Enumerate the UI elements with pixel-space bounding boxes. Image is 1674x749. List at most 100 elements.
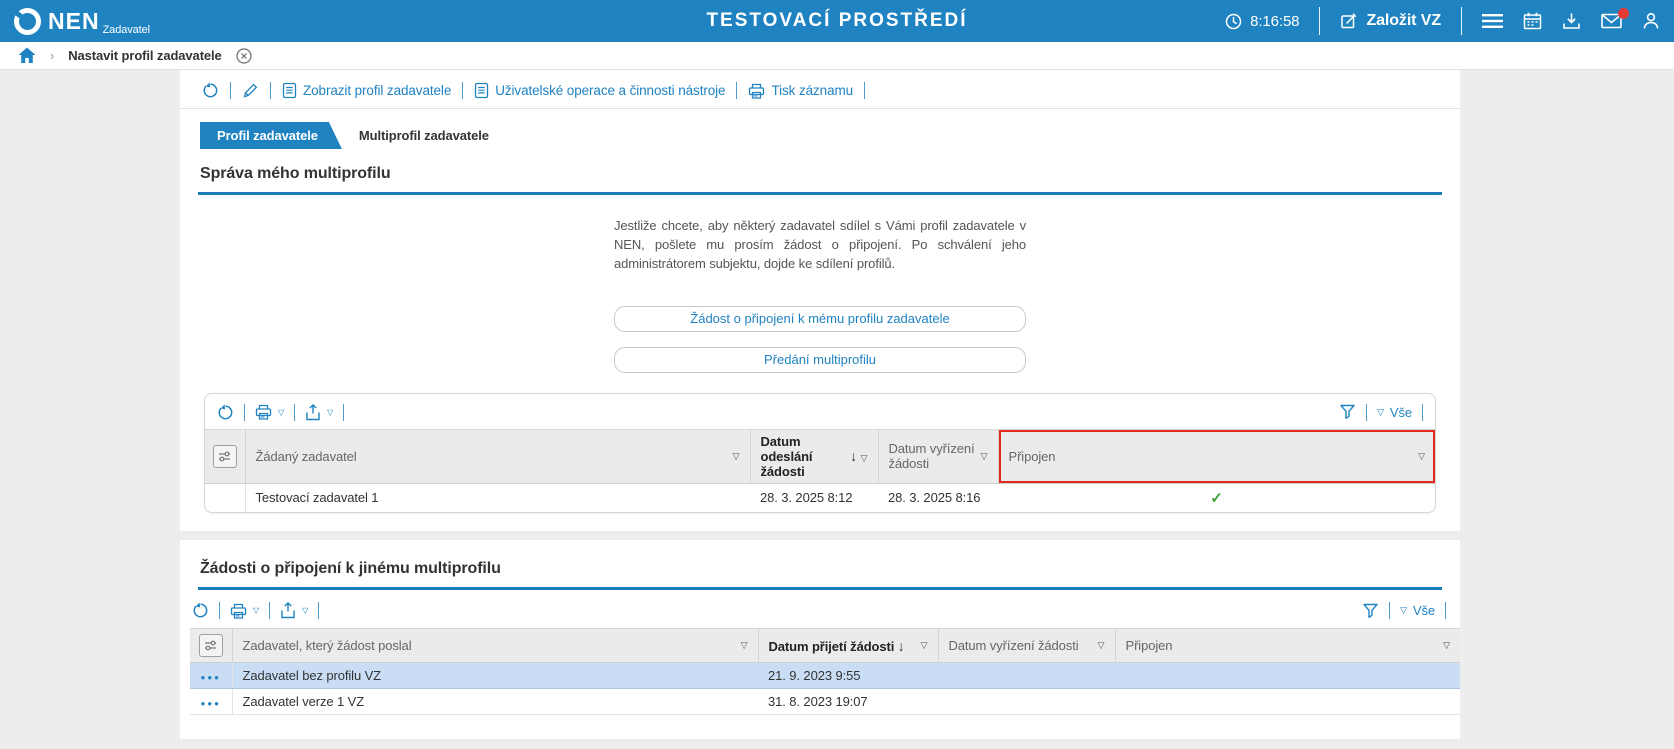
column-header-datum-vyrizeni[interactable]: Datum vyřízení žádosti ▽ [938,628,1116,664]
table-row[interactable]: ●●● Zadavatel verze 1 VZ 31. 8. 2023 19:… [190,688,1460,716]
expand-all-control[interactable]: ▽ Vše [1377,405,1412,420]
column-settings-icon[interactable] [212,444,237,468]
tab-profil-zadavatele[interactable]: Profil zadavatele [200,122,342,149]
filter-triangle-icon[interactable]: ▽ [1098,640,1105,651]
tab-multiprofil-zadavatele[interactable]: Multiprofil zadavatele [342,122,513,149]
requests-panel: Žádosti o připojení k jinému multiprofil… [180,540,1460,740]
user-icon[interactable] [1642,12,1660,30]
chevron-down-icon[interactable]: ▽ [302,606,308,615]
filter-triangle-icon[interactable]: ▽ [1418,451,1425,462]
refresh-icon[interactable] [217,404,234,421]
print-icon[interactable] [255,404,272,420]
column-header-datum-vyrizeni[interactable]: Datum vyřízení žádosti ▽ [878,428,999,484]
link-user-operations[interactable]: Uživatelské operace a činnosti nástroje [474,82,726,99]
my-multiprofile-table: Žádaný zadavatel ▽ Datum odeslání žádosti… [205,428,1435,513]
toolbar-divider [244,403,245,421]
expand-all-control[interactable]: ▽ Vše [1400,603,1435,618]
record-toolbar: Zobrazit profil zadavatele Uživatelské o… [180,70,1460,109]
header-divider [1319,7,1321,35]
refresh-icon[interactable] [202,82,219,99]
calendar-icon[interactable] [1523,12,1542,30]
toolbar-divider [269,602,271,620]
create-vz-button[interactable]: Založit VZ [1340,12,1441,30]
refresh-icon[interactable] [192,602,209,619]
column-header-datum-prijeti[interactable]: Datum přijetí žádosti ↓ ▽ [758,628,939,664]
toolbar-divider [462,82,464,99]
chevron-down-icon[interactable]: ▽ [253,606,259,615]
mail-icon[interactable] [1601,8,1629,29]
row-actions-icon[interactable]: ●●● [201,673,222,682]
requests-table: Zadavatel, který žádost poslal ▽ Datum př… [190,628,1460,716]
nen-logo-icon [14,7,41,35]
row-actions-icon[interactable]: ●●● [201,699,222,708]
toolbar-divider [736,82,738,99]
toolbar-divider [343,403,345,421]
clock-icon [1225,13,1242,30]
toolbar-divider [318,602,320,620]
nen-logo[interactable]: NEN Zadavatel [14,7,150,36]
toolbar-divider [1422,403,1423,421]
filter-triangle-icon[interactable]: ▽ [733,451,740,462]
grid2-toolbar: ▽ ▽ ▽ Vše [180,590,1460,628]
pencil-icon[interactable] [242,82,259,99]
toolbar-divider [219,602,220,620]
create-vz-label: Založit VZ [1366,12,1441,29]
filter-triangle-icon[interactable]: ▽ [1443,640,1450,651]
column-header-datum-odeslani[interactable]: Datum odeslání žádosti ↓ ▽ [750,428,879,484]
header-divider [1461,7,1462,35]
toolbar-divider [1389,602,1391,620]
toolbar-divider [294,403,296,421]
column-settings-header [190,628,233,664]
link-print-record[interactable]: Tisk záznamu [748,83,853,99]
column-header-zadavatel-poslal[interactable]: Zadavatel, který žádost poslal ▽ [232,628,759,664]
print-icon[interactable] [230,603,247,619]
filter-triangle-icon[interactable]: ▽ [861,453,868,463]
transfer-multiprofile-button[interactable]: Předání multiprofilu [614,346,1026,373]
home-icon[interactable] [18,47,36,64]
column-header-zadany-zadavatel[interactable]: Žádaný zadavatel ▽ [245,428,751,484]
download-icon[interactable] [1562,12,1581,30]
toolbar-divider [864,82,866,99]
chevron-down-icon[interactable]: ▽ [278,408,284,417]
link-show-profile[interactable]: Zobrazit profil zadavatele [282,82,451,99]
session-time: 8:16:58 [1225,13,1300,30]
filter-triangle-icon[interactable]: ▽ [921,640,928,651]
table-row[interactable]: Testovací zadavatel 1 28. 3. 2025 8:12 2… [205,483,1435,513]
breadcrumb: › Nastavit profil zadavatele [0,42,1674,70]
toolbar-divider [230,82,231,99]
filter-triangle-icon[interactable]: ▽ [981,451,988,462]
section-title-requests: Žádosti o připojení k jinému multiprofil… [198,552,1442,591]
column-settings-icon[interactable] [198,634,223,658]
column-settings-header [205,428,246,484]
filter-funnel-icon[interactable] [1339,404,1356,420]
menu-icon[interactable] [1482,13,1503,29]
export-icon[interactable] [305,403,321,421]
edit-icon [1340,12,1358,30]
filter-funnel-icon[interactable] [1362,603,1379,619]
request-connection-button[interactable]: Žádost o připojení k mému profilu zadava… [614,305,1026,332]
toolbar-divider [1366,403,1368,421]
grid1-toolbar: ▽ ▽ ▽ Vše [205,394,1435,429]
chevron-down-icon[interactable]: ▽ [327,408,333,417]
my-multiprofile-grid: ▽ ▽ ▽ Vše Žádaný zadavatel ▽ Datum odesl… [204,392,1436,514]
export-icon[interactable] [280,602,296,619]
toolbar-divider [1445,602,1446,620]
multiprofile-info-text: Jestliže chcete, aby některý zadavatel s… [614,218,1026,271]
column-header-pripojen[interactable]: Připojen ▽ [998,428,1435,484]
toolbar-divider [270,82,271,99]
table-row-selected[interactable]: ●●● Zadavatel bez profilu VZ 21. 9. 2023… [190,662,1460,690]
logo-title: NEN [48,7,100,34]
breadcrumb-page-title: Nastavit profil zadavatele [68,48,222,63]
column-header-pripojen[interactable]: Připojen ▽ [1115,628,1460,664]
document-icon [282,82,297,99]
document-icon [474,82,489,99]
filter-triangle-icon[interactable]: ▽ [741,640,748,651]
profile-panel: Zobrazit profil zadavatele Uživatelské o… [180,70,1460,532]
profile-tabs: Profil zadavatele Multiprofil zadavatele [200,122,1460,149]
printer-icon [748,83,765,99]
check-icon: ✓ [1210,489,1223,507]
notification-badge [1618,8,1629,19]
chevron-down-icon: ▽ [1377,406,1384,417]
sort-desc-icon: ↓ [850,448,858,465]
close-tab-icon[interactable] [236,47,252,64]
